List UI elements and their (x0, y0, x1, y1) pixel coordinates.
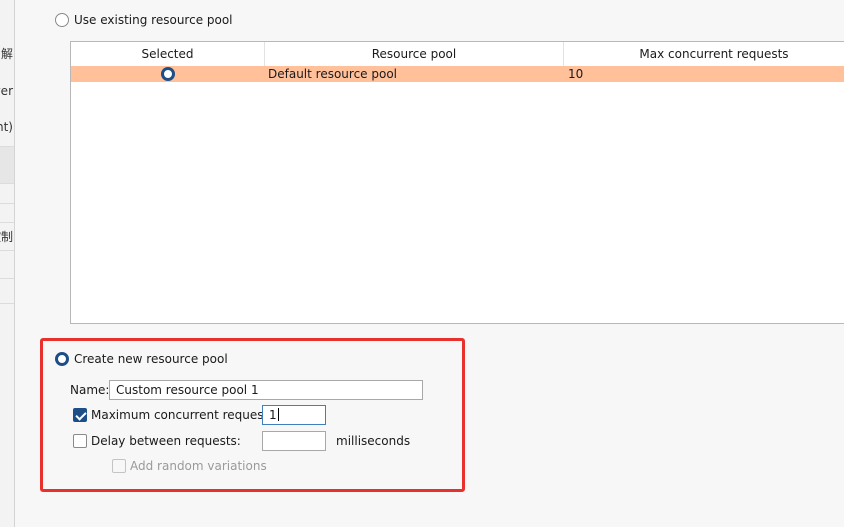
left-panel-divider (0, 222, 14, 223)
delay-checkbox[interactable] (73, 434, 87, 448)
left-panel-divider (0, 203, 14, 204)
left-panel-selected-item[interactable] (0, 147, 14, 183)
column-header-max-concurrent[interactable]: Max concurrent requests (564, 42, 844, 66)
left-panel-divider (0, 303, 14, 304)
max-concurrent-label[interactable]: Maximum concurrent requests: (91, 408, 279, 422)
create-new-pool-radio[interactable] (55, 352, 69, 366)
delay-label[interactable]: Delay between requests: (91, 434, 241, 448)
create-new-pool-label[interactable]: Create new resource pool (74, 352, 228, 366)
left-panel-divider (0, 183, 14, 184)
column-header-resource-pool[interactable]: Resource pool (265, 42, 564, 66)
row-max-concurrent: 10 (568, 67, 584, 81)
column-header-selected[interactable]: Selected (71, 42, 265, 66)
use-existing-pool-radio[interactable] (55, 13, 69, 27)
left-panel-fragment: nt) (0, 120, 13, 134)
left-panel-fragment: 解 (0, 47, 13, 61)
left-panel-divider (0, 250, 14, 251)
left-panel-strip: 解 ver nt) 控制 (0, 0, 15, 527)
row-resource-pool: Default resource pool (268, 67, 398, 81)
table-row[interactable]: Default resource pool 10 (71, 66, 844, 82)
table-header: Selected Resource pool Max concurrent re… (71, 42, 844, 67)
delay-input[interactable] (262, 431, 326, 451)
pool-name-input[interactable]: Custom resource pool 1 (109, 380, 423, 400)
random-variations-label: Add random variations (130, 459, 267, 473)
row-selected-radio[interactable] (161, 67, 175, 81)
left-panel-fragment: 控制 (0, 230, 13, 244)
resource-pool-table[interactable]: Selected Resource pool Max concurrent re… (70, 41, 844, 324)
max-concurrent-input[interactable]: 1 (262, 405, 326, 425)
use-existing-pool-label[interactable]: Use existing resource pool (74, 13, 233, 27)
random-variations-checkbox[interactable] (112, 459, 126, 473)
name-label: Name: (70, 383, 110, 397)
delay-unit-label: milliseconds (336, 434, 411, 448)
pool-name-value: Custom resource pool 1 (116, 383, 259, 397)
left-panel-divider (0, 278, 14, 279)
max-concurrent-checkbox[interactable] (73, 408, 87, 422)
left-panel-fragment: ver (0, 84, 13, 98)
text-caret (277, 408, 279, 421)
max-concurrent-value: 1 (269, 408, 277, 422)
